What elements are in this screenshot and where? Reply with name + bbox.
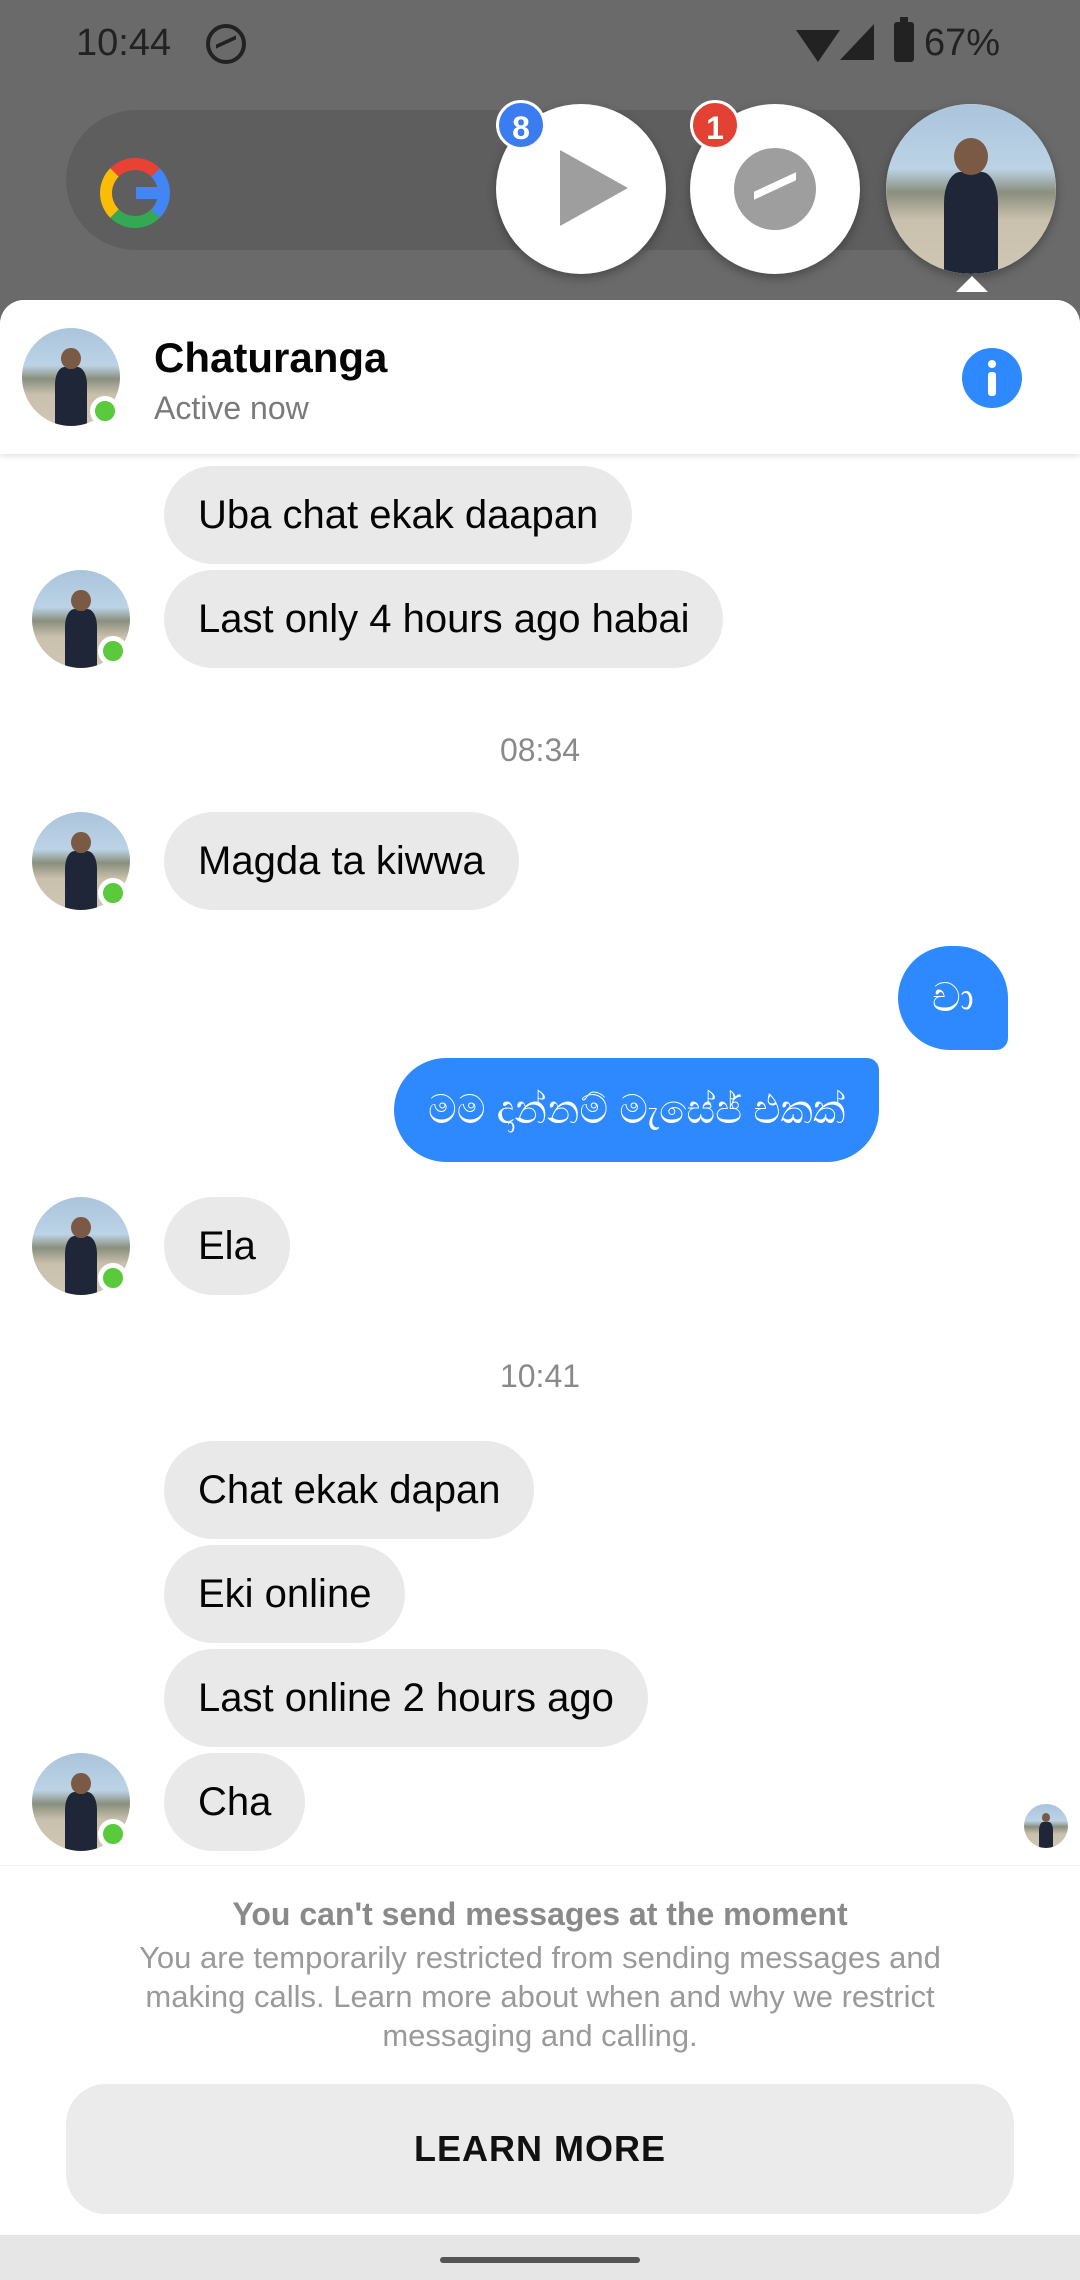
chat-panel: Chaturanga Active now Uba chat ekak daap…: [0, 300, 1080, 2235]
chat-header: Chaturanga Active now: [0, 300, 1080, 454]
status-time: 10:44: [76, 22, 172, 64]
message-bubble[interactable]: Uba chat ekak daapan: [164, 466, 633, 564]
message-bubble[interactable]: Magda ta kiwwa: [164, 812, 519, 910]
message-bubble[interactable]: Chat ekak dapan: [164, 1441, 535, 1539]
message-avatar[interactable]: [32, 1753, 130, 1851]
play-icon: [560, 150, 628, 226]
timestamp: 08:34: [499, 732, 581, 768]
google-logo-icon: [100, 158, 170, 228]
timestamp: 10:41: [499, 1358, 581, 1394]
online-indicator: [90, 396, 120, 426]
wifi-icon: [796, 30, 840, 62]
message-bubble[interactable]: Cha: [164, 1753, 306, 1851]
online-indicator: [98, 1263, 128, 1293]
play-unread-badge: 8: [496, 100, 546, 150]
sent-message-bubble[interactable]: චා: [898, 946, 1008, 1050]
messenger-icon: [734, 148, 816, 230]
avatar: [886, 104, 1056, 274]
restriction-notice: You can't send messages at the moment Yo…: [0, 1865, 1080, 2235]
restriction-description: You are temporarily restricted from send…: [139, 1940, 941, 2053]
online-indicator: [98, 878, 128, 908]
message-bubble[interactable]: Last only 4 hours ago habai: [164, 570, 724, 668]
message-bubble[interactable]: Eki online: [164, 1545, 406, 1643]
status-bar: 10:44 67%: [0, 0, 1080, 90]
message-bubble[interactable]: Ela: [164, 1197, 290, 1295]
contact-name[interactable]: Chaturanga: [154, 334, 387, 382]
avatar: [1024, 1804, 1068, 1848]
home-gesture-handle[interactable]: [440, 2257, 640, 2263]
info-button[interactable]: [962, 348, 1022, 408]
header-avatar[interactable]: [22, 328, 120, 426]
chat-head-pointer: [956, 276, 988, 292]
online-indicator: [98, 1819, 128, 1849]
contact-status: Active now: [154, 390, 309, 426]
sent-message-bubble[interactable]: මම දාන්නම් මැසේජ් එකක්: [394, 1058, 880, 1162]
messenger-notification-icon: [206, 24, 246, 64]
person-chat-head[interactable]: [886, 104, 1056, 274]
read-receipt-avatar: [1024, 1804, 1068, 1848]
battery-percent: 67%: [924, 22, 1001, 64]
message-bubble[interactable]: Last online 2 hours ago: [164, 1649, 648, 1747]
message-avatar[interactable]: [32, 1197, 130, 1295]
message-list[interactable]: Uba chat ekak daapan Last only 4 hours a…: [0, 300, 1080, 1865]
message-avatar[interactable]: [32, 570, 130, 668]
signal-icon: [840, 24, 874, 60]
navigation-bar: [0, 2235, 1080, 2280]
learn-more-button[interactable]: LEARN MORE: [66, 2084, 1014, 2214]
restriction-title: You can't send messages at the moment: [232, 1896, 848, 1932]
online-indicator: [98, 636, 128, 666]
battery-icon: [894, 17, 914, 62]
messenger-unread-badge: 1: [690, 100, 740, 150]
message-avatar[interactable]: [32, 812, 130, 910]
